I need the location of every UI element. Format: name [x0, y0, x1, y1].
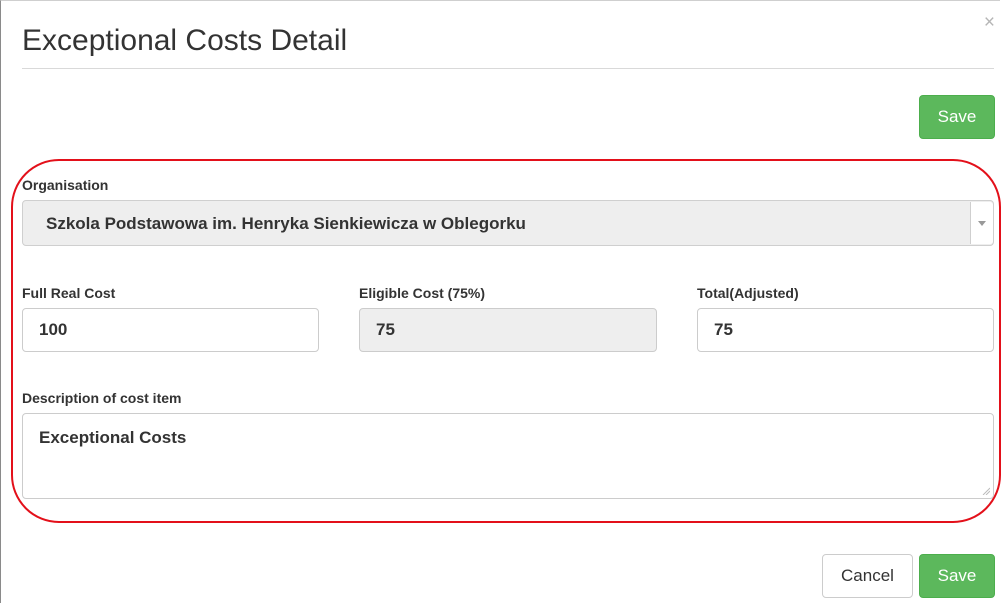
chevron-down-icon[interactable]	[970, 202, 993, 244]
full-real-cost-value: 100	[39, 320, 68, 339]
organisation-label: Organisation	[22, 177, 109, 193]
description-textarea[interactable]: Exceptional Costs	[22, 413, 994, 499]
description-value: Exceptional Costs	[39, 428, 187, 447]
organisation-select[interactable]: Szkola Podstawowa im. Henryka Sienkiewic…	[22, 200, 994, 246]
top-save-button-label: Save	[937, 107, 977, 126]
total-adjusted-label: Total(Adjusted)	[697, 285, 799, 301]
full-real-cost-input[interactable]: 100	[22, 308, 319, 352]
total-adjusted-input[interactable]: 75	[697, 308, 994, 352]
header-divider	[22, 68, 994, 69]
eligible-cost-value: 75	[376, 320, 395, 339]
dialog-title: Exceptional Costs Detail	[22, 24, 348, 57]
full-real-cost-label: Full Real Cost	[22, 285, 116, 301]
close-icon[interactable]: ×	[984, 13, 995, 33]
footer-save-button[interactable]: Save	[919, 554, 995, 598]
resize-grip-icon[interactable]	[982, 487, 990, 495]
exceptional-costs-dialog: Exceptional Costs Detail × Save Organisa…	[0, 0, 1001, 603]
organisation-selected-value: Szkola Podstawowa im. Henryka Sienkiewic…	[46, 214, 526, 233]
footer-save-button-label: Save	[937, 566, 977, 585]
cancel-button-label: Cancel	[841, 566, 894, 585]
description-label: Description of cost item	[22, 390, 182, 406]
top-save-button[interactable]: Save	[919, 95, 995, 139]
eligible-cost-field: 75	[359, 308, 657, 352]
eligible-cost-label: Eligible Cost (75%)	[359, 285, 486, 301]
total-adjusted-value: 75	[714, 320, 733, 339]
cancel-button[interactable]: Cancel	[822, 554, 913, 598]
